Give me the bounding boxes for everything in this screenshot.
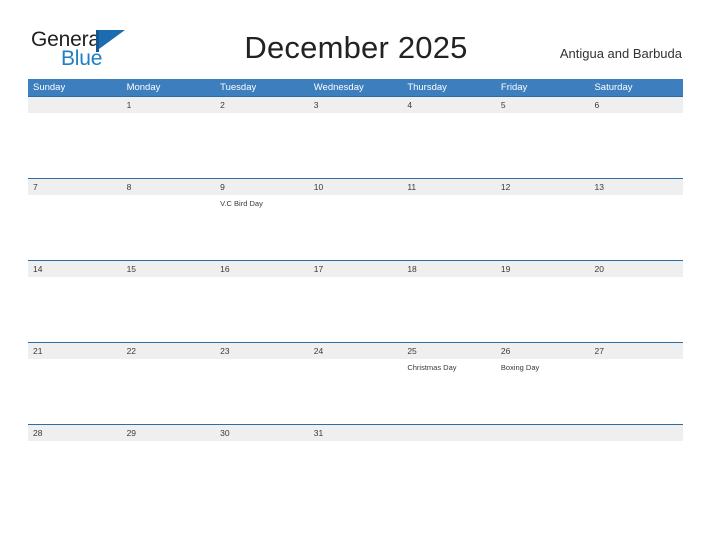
page-header: General Blue December 2025 Antigua and B…: [0, 0, 712, 78]
day-number[interactable]: 11: [402, 179, 496, 195]
day-number[interactable]: 4: [402, 97, 496, 113]
day-cell[interactable]: [122, 195, 216, 260]
calendar-event[interactable]: Boxing Day: [501, 362, 586, 373]
region-label: Antigua and Barbuda: [559, 46, 682, 61]
day-number[interactable]: 14: [28, 261, 122, 277]
day-number[interactable]: 8: [122, 179, 216, 195]
day-cell[interactable]: [28, 113, 122, 178]
day-cell[interactable]: [309, 359, 403, 424]
day-cell[interactable]: [496, 113, 590, 178]
day-cell[interactable]: [309, 441, 403, 481]
day-number[interactable]: 27: [589, 343, 683, 359]
day-cell[interactable]: [309, 195, 403, 260]
week-number-band: 1 2 3 4 5 6: [28, 96, 683, 113]
day-cell[interactable]: [589, 113, 683, 178]
day-cell[interactable]: Boxing Day: [496, 359, 590, 424]
day-cell[interactable]: [215, 441, 309, 481]
day-number[interactable]: 10: [309, 179, 403, 195]
calendar-event[interactable]: Christmas Day: [407, 362, 492, 373]
day-number[interactable]: 12: [496, 179, 590, 195]
day-number[interactable]: 19: [496, 261, 590, 277]
week-number-band: 7 8 9 10 11 12 13: [28, 178, 683, 195]
day-number[interactable]: [28, 97, 122, 113]
day-number[interactable]: 16: [215, 261, 309, 277]
day-cell[interactable]: [496, 195, 590, 260]
day-number[interactable]: 21: [28, 343, 122, 359]
day-number[interactable]: 29: [122, 425, 216, 441]
day-number[interactable]: 24: [309, 343, 403, 359]
calendar-grid: Sunday Monday Tuesday Wednesday Thursday…: [28, 79, 683, 481]
weekday-friday: Friday: [500, 82, 528, 93]
day-cell[interactable]: [122, 359, 216, 424]
day-cell[interactable]: [28, 441, 122, 481]
day-number[interactable]: 26: [496, 343, 590, 359]
day-number[interactable]: [496, 425, 590, 441]
weekday-wednesday: Wednesday: [313, 82, 364, 93]
day-cell[interactable]: [28, 195, 122, 260]
weekday-monday: Monday: [126, 82, 161, 93]
day-number[interactable]: 30: [215, 425, 309, 441]
week-number-band: 14 15 16 17 18 19 20: [28, 260, 683, 277]
weekday-sunday: Sunday: [33, 82, 66, 93]
day-number[interactable]: 25: [402, 343, 496, 359]
day-cell[interactable]: [496, 441, 590, 481]
calendar-week-row: 7 8 9 10 11 12 13 V.C Bird Day: [28, 178, 683, 260]
calendar-week-row: 28 29 30 31: [28, 424, 683, 481]
week-number-band: 28 29 30 31: [28, 424, 683, 441]
day-number[interactable]: [589, 425, 683, 441]
day-cell[interactable]: [402, 277, 496, 342]
day-number[interactable]: 2: [215, 97, 309, 113]
weekday-saturday: Saturday: [594, 82, 633, 93]
day-cell[interactable]: Christmas Day: [402, 359, 496, 424]
day-number[interactable]: 3: [309, 97, 403, 113]
day-cell[interactable]: [28, 359, 122, 424]
week-event-band: [28, 277, 683, 342]
day-cell[interactable]: [215, 359, 309, 424]
calendar-event[interactable]: V.C Bird Day: [220, 198, 305, 209]
calendar-week-row: 14 15 16 17 18 19 20: [28, 260, 683, 342]
day-number[interactable]: 18: [402, 261, 496, 277]
day-cell[interactable]: [215, 113, 309, 178]
day-cell[interactable]: [122, 441, 216, 481]
day-cell[interactable]: [589, 359, 683, 424]
day-cell[interactable]: [122, 113, 216, 178]
day-cell[interactable]: [309, 113, 403, 178]
day-number[interactable]: 1: [122, 97, 216, 113]
day-number[interactable]: 23: [215, 343, 309, 359]
day-cell[interactable]: [402, 441, 496, 481]
day-cell[interactable]: [402, 113, 496, 178]
day-number[interactable]: 28: [28, 425, 122, 441]
day-cell[interactable]: [496, 277, 590, 342]
day-number[interactable]: 31: [309, 425, 403, 441]
calendar-weekday-header: Sunday Monday Tuesday Wednesday Thursday…: [28, 79, 683, 96]
week-event-band: [28, 441, 683, 481]
day-number[interactable]: 22: [122, 343, 216, 359]
day-cell[interactable]: [589, 277, 683, 342]
day-cell[interactable]: [215, 277, 309, 342]
week-number-band: 21 22 23 24 25 26 27: [28, 342, 683, 359]
week-event-band: [28, 113, 683, 178]
week-event-band: V.C Bird Day: [28, 195, 683, 260]
day-number[interactable]: 20: [589, 261, 683, 277]
day-cell[interactable]: [589, 195, 683, 260]
day-cell[interactable]: [309, 277, 403, 342]
day-number[interactable]: [402, 425, 496, 441]
calendar-week-row: 21 22 23 24 25 26 27 Christmas Day Boxin…: [28, 342, 683, 424]
day-cell[interactable]: [589, 441, 683, 481]
day-number[interactable]: 9: [215, 179, 309, 195]
weekday-thursday: Thursday: [407, 82, 447, 93]
day-cell[interactable]: [28, 277, 122, 342]
day-number[interactable]: 17: [309, 261, 403, 277]
day-number[interactable]: 5: [496, 97, 590, 113]
day-number[interactable]: 13: [589, 179, 683, 195]
day-cell[interactable]: [402, 195, 496, 260]
weekday-tuesday: Tuesday: [220, 82, 257, 93]
day-number[interactable]: 15: [122, 261, 216, 277]
day-cell[interactable]: [122, 277, 216, 342]
week-event-band: Christmas Day Boxing Day: [28, 359, 683, 424]
day-number[interactable]: 6: [589, 97, 683, 113]
day-number[interactable]: 7: [28, 179, 122, 195]
calendar-week-row: 1 2 3 4 5 6: [28, 96, 683, 178]
day-cell[interactable]: V.C Bird Day: [215, 195, 309, 260]
